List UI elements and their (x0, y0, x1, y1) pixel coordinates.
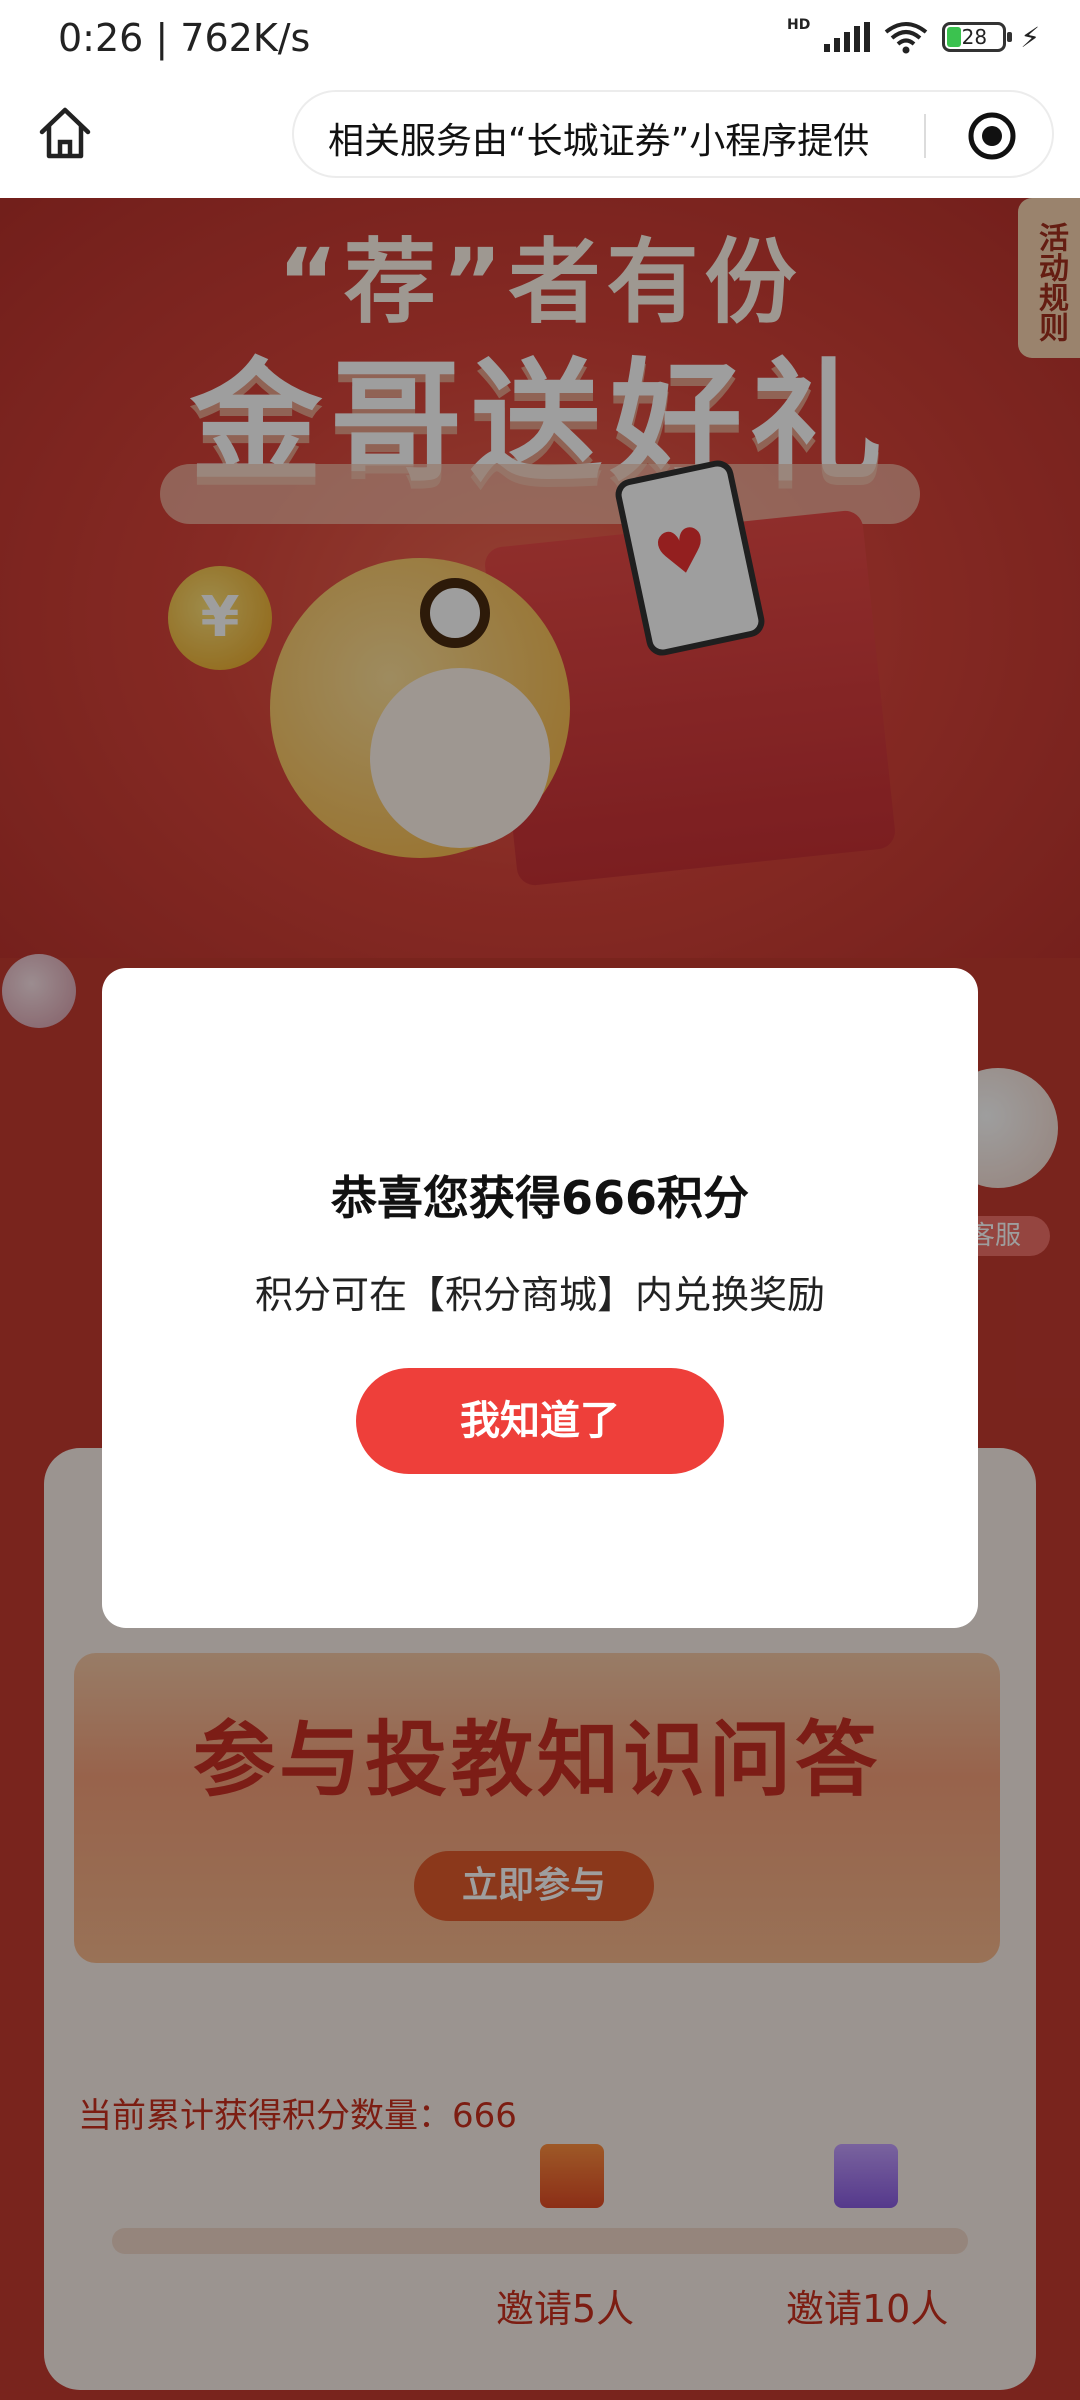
battery-icon: 28 (942, 22, 1013, 52)
service-provider-text: 相关服务由“长城证券”小程序提供 (328, 121, 870, 162)
target-icon (968, 112, 1016, 160)
mini-program-nav-bar: 相关服务由“长城证券”小程序提供 (0, 80, 1080, 198)
status-icons: HD 28 ⚡ (786, 17, 1040, 54)
dialog-title: 恭喜您获得666积分 (330, 1171, 750, 1225)
points-reward-dialog: 恭喜您获得666积分 积分可在【积分商城】内兑换奖励 我知道了 (102, 968, 978, 1628)
capsule-divider (924, 114, 926, 158)
got-it-button[interactable]: 我知道了 (356, 1368, 724, 1474)
status-time: 0:26 | 762K/s (58, 16, 311, 60)
charging-icon: ⚡ (1020, 20, 1040, 54)
home-icon (39, 107, 91, 159)
home-button[interactable] (34, 102, 96, 164)
wifi-icon (885, 22, 928, 54)
dialog-message: 积分可在【积分商城】内兑换奖励 (254, 1273, 825, 1317)
signal-icon (824, 22, 871, 52)
capsule-bar: 相关服务由“长城证券”小程序提供 (292, 90, 1054, 178)
battery-level: 28 (961, 25, 988, 49)
close-mini-program-button[interactable] (966, 110, 1018, 162)
status-bar: 0:26 | 762K/s HD 28 ⚡ (0, 0, 1080, 80)
hd-badge: HD (786, 17, 811, 33)
